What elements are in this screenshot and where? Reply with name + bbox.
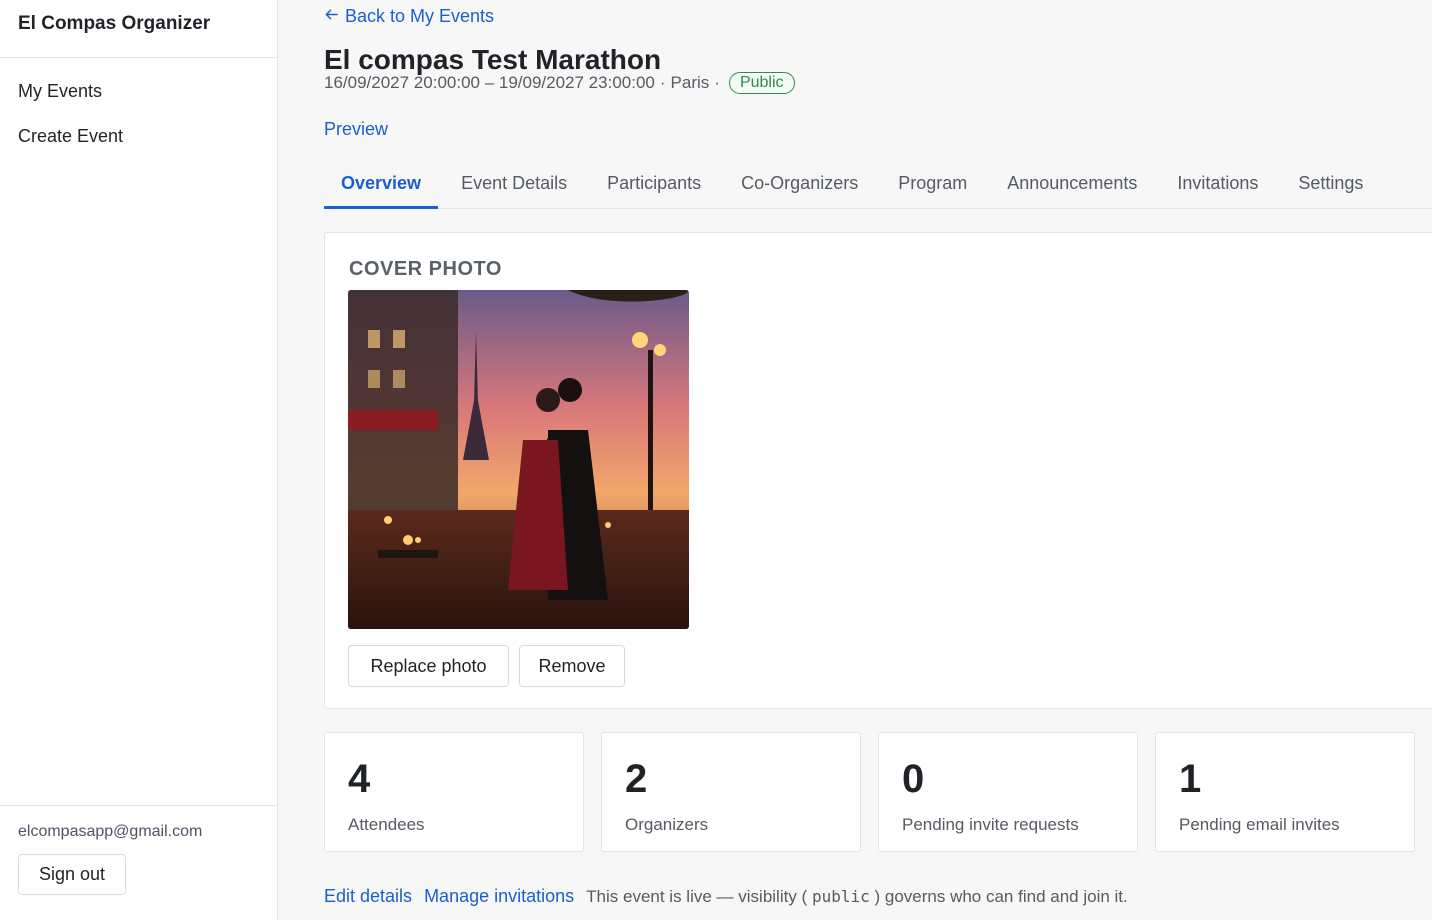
tab-invitations[interactable]: Invitations [1160,164,1275,209]
note-suffix: ) governs who can find and join it. [874,887,1128,906]
tab-program[interactable]: Program [881,164,984,209]
sign-out-button[interactable]: Sign out [18,854,126,895]
meta-separator: · [659,73,666,92]
tab-settings[interactable]: Settings [1281,164,1380,209]
event-city: Paris [670,73,710,92]
visibility-badge: Public [728,72,795,94]
event-dates: 16/09/2027 20:00:00 – 19/09/2027 23:00:0… [324,73,655,92]
main-content: Back to My Events El compas Test Maratho… [324,0,1432,920]
tab-announcements[interactable]: Announcements [990,164,1154,209]
back-link-label: Back to My Events [345,6,495,26]
stat-label: Attendees [348,815,425,834]
stat-card-organizers: 2 Organizers [601,732,861,852]
replace-photo-button[interactable]: Replace photo [348,645,509,687]
stat-card-pending-invite-requests: 0 Pending invite requests [878,732,1138,852]
visibility-note: This event is live — visibility ( public… [586,887,1128,907]
stat-value: 4 [348,757,371,801]
user-email: elcompasapp@gmail.com [18,823,203,840]
cover-photo-card: COVER PHOTO Replace photo Remove [324,232,1432,709]
edit-details-link[interactable]: Edit details [324,886,412,907]
app-brand: El Compas Organizer [0,0,277,58]
event-meta: 16/09/2027 20:00:00 – 19/09/2027 23:00:0… [324,72,795,94]
preview-link[interactable]: Preview [324,119,388,140]
sidebar-nav: My Events Create Event [0,58,277,168]
tab-overview[interactable]: Overview [324,164,439,209]
meta-separator: · [714,73,720,92]
overview-footer-row: Edit details Manage invitations This eve… [324,886,1128,907]
cover-photo-image [348,290,689,629]
sidebar-footer: elcompasapp@gmail.com Sign out [0,805,277,920]
stat-value: 1 [1179,757,1202,801]
stat-label: Pending invite requests [902,815,1079,834]
stat-card-pending-email-invites: 1 Pending email invites [1155,732,1415,852]
event-tabs: Overview Event Details Participants Co-O… [324,164,1432,209]
sidebar-item-my-events[interactable]: My Events [0,78,277,123]
stat-label: Organizers [625,815,709,834]
back-to-events-link[interactable]: Back to My Events [324,6,494,27]
sidebar-item-create-event[interactable]: Create Event [0,123,277,168]
cover-photo-heading: COVER PHOTO [349,258,502,280]
tab-participants[interactable]: Participants [590,164,718,209]
stat-card-attendees: 4 Attendees [324,732,584,852]
note-prefix: This event is live — visibility ( [586,887,808,906]
stat-label: Pending email invites [1179,815,1340,834]
manage-invitations-link[interactable]: Manage invitations [424,886,574,907]
tab-event-details[interactable]: Event Details [444,164,584,209]
visibility-code: public [811,887,870,906]
stat-value: 2 [625,757,648,801]
event-stats: 4 Attendees 2 Organizers 0 Pending invit… [324,732,1415,852]
sidebar: El Compas Organizer My Events Create Eve… [0,0,278,920]
stat-value: 0 [902,757,925,801]
remove-photo-button[interactable]: Remove [519,645,625,687]
tab-co-organizers[interactable]: Co-Organizers [724,164,875,209]
arrow-left-icon [324,6,339,27]
